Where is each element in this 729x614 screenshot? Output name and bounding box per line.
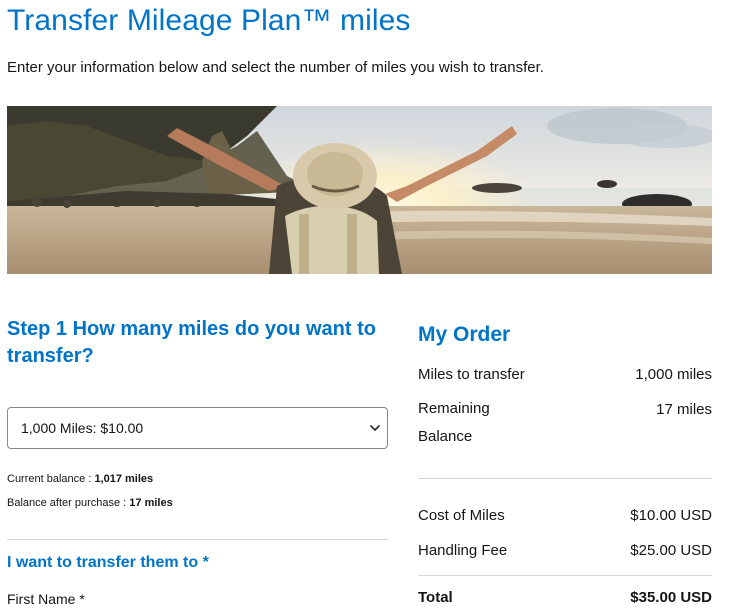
cost-of-miles-value: $10.00 USD [630, 507, 712, 524]
remaining-balance-value: 17 miles [656, 401, 712, 418]
miles-select[interactable]: 1,000 Miles: $10.00 [7, 407, 388, 449]
step-1-title: Step 1 How many miles do you want to tra… [7, 318, 376, 367]
chevron-down-icon [370, 425, 380, 431]
miles-to-transfer-label: Miles to transfer [418, 366, 525, 383]
my-order-title: My Order [418, 323, 511, 346]
balance-after-purchase: Balance after purchase : 17 miles [7, 497, 173, 509]
handling-fee-value: $25.00 USD [630, 542, 712, 559]
current-balance: Current balance : 1,017 miles [7, 473, 153, 485]
current-balance-label: Current balance : [7, 473, 95, 485]
cost-of-miles-label: Cost of Miles [418, 507, 505, 524]
first-name-label: First Name * [7, 591, 85, 607]
hero-beach-image [7, 106, 712, 274]
transfer-to-heading: I want to transfer them to * [7, 554, 209, 571]
handling-fee-label: Handling Fee [418, 542, 508, 559]
divider [418, 478, 712, 479]
page-title: Transfer Mileage Plan™ miles [7, 4, 411, 37]
total-label: Total [418, 589, 453, 606]
divider [7, 539, 388, 540]
intro-text: Enter your information below and select … [7, 59, 544, 76]
balance-after-purchase-value: 17 miles [129, 497, 173, 509]
miles-to-transfer-value: 1,000 miles [635, 366, 712, 383]
balance-after-purchase-label: Balance after purchase : [7, 497, 130, 509]
current-balance-value: 1,017 miles [94, 473, 154, 485]
divider [418, 575, 712, 576]
miles-select-value: 1,000 Miles: $10.00 [21, 420, 144, 436]
remaining-balance-label: Remaining Balance [418, 400, 490, 445]
total-value: $35.00 USD [630, 589, 712, 606]
